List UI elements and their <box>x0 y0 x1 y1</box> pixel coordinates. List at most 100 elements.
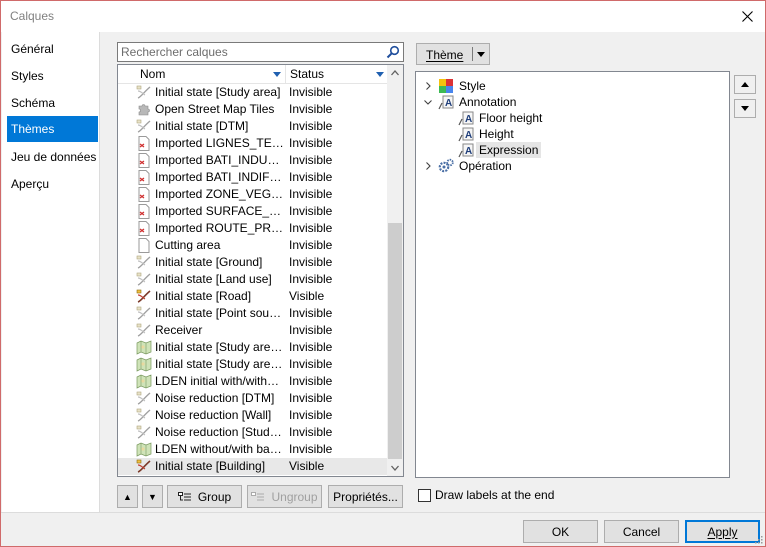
layer-row[interactable]: LDEN without/with barrier Invisible <box>118 441 388 458</box>
tree-node-label: Expression <box>476 142 542 158</box>
move-layer-down-button[interactable]: ▼ <box>142 485 163 508</box>
filter-arrow-icon[interactable] <box>376 72 384 77</box>
column-header-status[interactable]: Status <box>286 65 388 84</box>
chevron-down-icon[interactable] <box>424 98 432 106</box>
layer-row[interactable]: Open Street Map Tiles Invisible <box>118 101 388 118</box>
layer-row[interactable]: Imported SURFACE_EAU Invisible <box>118 203 388 220</box>
annotation-icon: A <box>438 95 454 110</box>
window-title: Calques <box>10 9 55 23</box>
scroll-thumb[interactable] <box>388 223 402 459</box>
layer-name: Initial state [Ground] <box>155 255 263 269</box>
layer-status: Invisible <box>289 255 333 269</box>
cancel-button-label: Cancel <box>622 524 661 539</box>
vector-style-icon <box>136 272 152 287</box>
chevron-right-icon[interactable] <box>424 82 432 90</box>
properties-button[interactable]: Propriétés... <box>328 485 403 508</box>
cancel-button[interactable]: Cancel <box>604 520 679 543</box>
layer-row[interactable]: Imported LIGNES_TERRITORY Invisible <box>118 135 388 152</box>
layer-status: Invisible <box>289 102 333 116</box>
layer-name: Cutting area <box>155 238 221 252</box>
column-header-status-label: Status <box>290 67 325 81</box>
chevron-right-icon[interactable] <box>424 162 432 170</box>
layer-row[interactable]: Initial state [Study area] [...] Invisibl… <box>118 339 388 356</box>
layer-status: Invisible <box>289 357 333 371</box>
layer-rows: Initial state [Study area] Invisible Open … <box>118 84 388 475</box>
layer-list-scrollbar[interactable] <box>387 65 403 476</box>
layer-row[interactable]: Noise reduction [Study area] Invisible <box>118 424 388 441</box>
apply-button[interactable]: Apply <box>685 520 760 543</box>
vector-style-colored-icon <box>136 459 152 474</box>
group-button[interactable]: Group <box>167 485 242 508</box>
document-layer-icon <box>136 153 152 168</box>
column-header-name[interactable]: Nom <box>118 65 286 84</box>
group-icon <box>177 491 191 500</box>
layer-row[interactable]: Imported BATI_INDIFFERENCIE Invisible <box>118 169 388 186</box>
vector-style-icon <box>136 425 152 440</box>
close-button[interactable] <box>729 1 765 32</box>
layer-name: Noise reduction [DTM] <box>155 391 275 405</box>
dropdown-separator <box>472 47 473 61</box>
arrow-down-icon: ▼ <box>148 491 157 502</box>
layer-name: Initial state [Land use] <box>155 272 272 286</box>
layer-status: Invisible <box>289 306 333 320</box>
layer-name: Imported BATI_INDIFFERENCIE <box>155 170 285 184</box>
nav-item-preview[interactable]: Aperçu <box>7 171 98 197</box>
layer-name: Initial state [Point source] <box>155 306 285 320</box>
layer-row[interactable]: Initial state [Land use] Invisible <box>118 271 388 288</box>
nav-item-styles[interactable]: Styles <box>7 63 98 89</box>
layer-row[interactable]: Initial state [Study area] Invisible <box>118 84 388 101</box>
filter-arrow-icon[interactable] <box>273 72 281 77</box>
document-layer-icon <box>136 187 152 202</box>
layer-row[interactable]: Initial state [Ground] Invisible <box>118 254 388 271</box>
theme-move-up-button[interactable] <box>734 75 756 94</box>
theme-move-down-button[interactable] <box>734 99 756 118</box>
gears-icon <box>438 158 454 173</box>
layer-row[interactable]: Initial state [Study area] [...] Invisibl… <box>118 356 388 373</box>
tree-node-label: Style <box>459 79 486 93</box>
layer-status: Invisible <box>289 85 333 99</box>
nav-item-dataset[interactable]: Jeu de données <box>7 144 98 170</box>
move-layer-up-button[interactable]: ▲ <box>117 485 138 508</box>
layer-row[interactable]: Initial state [Point source] Invisible <box>118 305 388 322</box>
layer-row[interactable]: Noise reduction [Wall] Invisible <box>118 407 388 424</box>
annotation-icon: A <box>458 111 474 126</box>
ungroup-button[interactable]: Ungroup <box>247 485 322 508</box>
puzzle-icon <box>136 102 152 117</box>
layer-row[interactable]: Initial state [Building] Visible <box>118 458 388 475</box>
chevron-down-icon[interactable] <box>477 52 485 57</box>
layer-status: Invisible <box>289 408 333 422</box>
layer-status: Visible <box>289 289 325 303</box>
scroll-up-icon[interactable] <box>390 68 400 78</box>
layer-row[interactable]: Imported ZONE_VEGETATION Invisible <box>118 186 388 203</box>
map-raster-icon <box>136 374 152 389</box>
column-header-name-label: Nom <box>140 67 166 81</box>
vector-style-icon <box>136 85 152 100</box>
draw-labels-label[interactable]: Draw labels at the end <box>435 488 554 502</box>
layer-row[interactable]: Imported BATI_INDUSTRIEL Invisible <box>118 152 388 169</box>
dialog-footer: OK Cancel Apply <box>1 512 765 546</box>
nav-item-general[interactable]: Général <box>7 36 98 62</box>
nav-item-themes[interactable]: Thèmes <box>7 116 98 142</box>
map-raster-icon <box>136 442 152 457</box>
nav-item-schema[interactable]: Schéma <box>7 90 98 116</box>
layer-row[interactable]: Receiver Invisible <box>118 322 388 339</box>
theme-dropdown-button[interactable]: Thème <box>416 43 490 65</box>
layer-name: LDEN initial with/without... <box>155 374 285 388</box>
ok-button[interactable]: OK <box>523 520 598 543</box>
search-icon[interactable] <box>386 45 400 59</box>
layer-row[interactable]: Noise reduction [DTM] Invisible <box>118 390 388 407</box>
scroll-down-icon[interactable] <box>390 463 400 473</box>
layer-row[interactable]: Cutting area Invisible <box>118 237 388 254</box>
annotation-icon: A <box>458 143 474 158</box>
resize-grip-icon[interactable] <box>753 534 763 544</box>
layer-row[interactable]: Initial state [Road] Visible <box>118 288 388 305</box>
layer-row[interactable]: LDEN initial with/without... Invisible <box>118 373 388 390</box>
layer-status: Invisible <box>289 323 333 337</box>
search-input[interactable] <box>121 44 379 60</box>
layer-row[interactable]: Imported ROUTE_PRIMAIRE Invisible <box>118 220 388 237</box>
draw-labels-checkbox[interactable] <box>418 489 431 502</box>
layer-row[interactable]: Initial state [DTM] Invisible <box>118 118 388 135</box>
layer-name: Initial state [DTM] <box>155 119 249 133</box>
layer-status: Invisible <box>289 153 333 167</box>
tree-node-label: Height <box>479 127 514 141</box>
